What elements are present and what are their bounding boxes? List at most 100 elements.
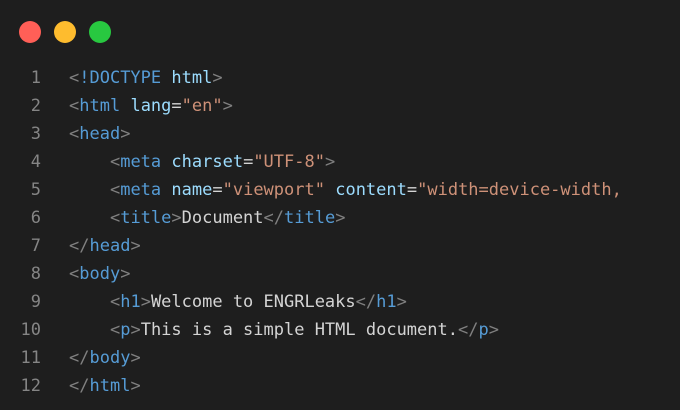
code-token: >	[140, 292, 151, 312]
code-token: <	[69, 96, 80, 116]
code-token: </	[457, 320, 479, 340]
line-number: 9	[30, 292, 41, 312]
code-token: <	[69, 68, 80, 88]
code-token: >	[171, 208, 182, 228]
code-line[interactable]: 2 <html lang="en">	[0, 92, 680, 120]
code-token: content	[335, 180, 407, 200]
code-token: =	[171, 96, 182, 116]
code-token: meta	[120, 152, 162, 172]
line-number: 5	[30, 180, 41, 200]
line-number: 2	[30, 96, 41, 116]
code-line[interactable]: 5 <meta name="viewport" content="width=d…	[0, 176, 680, 204]
line-content: <meta charset="UTF-8">	[69, 148, 335, 176]
code-token: Document	[181, 208, 264, 228]
code-line[interactable]: 11 </body>	[0, 344, 680, 372]
line-number: 8	[30, 264, 41, 284]
code-token: html	[79, 96, 121, 116]
line-number: 3	[30, 124, 41, 144]
line-number: 1	[30, 68, 41, 88]
line-content: <meta name="viewport" content="width=dev…	[69, 176, 622, 204]
code-token: >	[396, 292, 407, 312]
code-token: This is a simple HTML document.	[140, 320, 458, 340]
code-token: body	[89, 348, 131, 368]
window-controls	[19, 21, 111, 43]
code-token: >	[488, 320, 499, 340]
code-token: Welcome to ENGRLeaks	[150, 292, 356, 312]
code-token: </	[355, 292, 377, 312]
line-number: 11	[20, 348, 41, 368]
code-editor[interactable]: 1 <!DOCTYPE html> 2 <html lang="en"> 3 <head>…	[0, 64, 680, 400]
code-token: >	[335, 208, 346, 228]
code-token: head	[79, 124, 121, 144]
code-token: =	[406, 180, 418, 200]
code-line[interactable]: 1 <!DOCTYPE html>	[0, 64, 680, 92]
code-token: </	[69, 376, 90, 396]
code-line[interactable]: 8 <body>	[0, 260, 680, 288]
line-content: <h1>Welcome to ENGRLeaks</h1>	[69, 288, 407, 316]
code-token: >	[130, 320, 141, 340]
code-token: <	[109, 208, 121, 228]
code-window: 1 <!DOCTYPE html> 2 <html lang="en"> 3 <head>…	[0, 0, 680, 410]
code-token: html	[89, 376, 131, 396]
code-line[interactable]: 10 <p>This is a simple HTML document.</p…	[0, 316, 680, 344]
code-token: "en"	[181, 96, 223, 116]
code-line[interactable]: 7 </head>	[0, 232, 680, 260]
code-token: p	[120, 320, 131, 340]
code-token: =	[212, 180, 223, 200]
line-number: 12	[20, 376, 41, 396]
close-button[interactable]	[19, 21, 41, 43]
code-token: >	[130, 376, 141, 396]
code-token: <	[109, 292, 121, 312]
line-number: 10	[20, 320, 41, 340]
code-line[interactable]: 12 </html>	[0, 372, 680, 400]
code-line[interactable]: 3 <head>	[0, 120, 680, 148]
code-token: >	[130, 236, 141, 256]
code-token: html	[171, 68, 213, 88]
code-token: !DOCTYPE	[79, 68, 162, 88]
line-content: </html>	[69, 372, 141, 400]
code-token: <	[109, 152, 121, 172]
line-content: <body>	[69, 260, 130, 288]
minimize-button[interactable]	[54, 21, 76, 43]
code-token: </	[263, 208, 285, 228]
code-token: lang	[130, 96, 172, 116]
code-token: h1	[120, 292, 141, 312]
code-token: body	[79, 264, 121, 284]
code-line[interactable]: 4 <meta charset="UTF-8">	[0, 148, 680, 176]
code-token: h1	[376, 292, 397, 312]
zoom-button[interactable]	[89, 21, 111, 43]
line-content: </head>	[69, 232, 141, 260]
line-content: <html lang="en">	[69, 92, 233, 120]
code-token: "UTF-8"	[253, 152, 325, 172]
code-token: >	[222, 96, 233, 116]
code-token: <	[109, 180, 121, 200]
code-token: <	[69, 264, 80, 284]
line-content: <head>	[69, 120, 130, 148]
code-token: >	[120, 264, 131, 284]
line-content: </body>	[69, 344, 141, 372]
code-token: >	[212, 68, 223, 88]
code-token: <	[69, 124, 80, 144]
line-content: <!DOCTYPE html>	[69, 64, 223, 92]
code-line[interactable]: 9 <h1>Welcome to ENGRLeaks</h1>	[0, 288, 680, 316]
code-line[interactable]: 6 <title>Document</title>	[0, 204, 680, 232]
code-token: >	[120, 124, 131, 144]
line-content: <title>Document</title>	[69, 204, 346, 232]
code-token: <	[109, 320, 121, 340]
code-token: =	[243, 152, 254, 172]
line-number: 6	[30, 208, 41, 228]
line-content: <p>This is a simple HTML document.</p>	[69, 316, 499, 344]
code-token: charset	[171, 152, 244, 172]
line-number: 4	[30, 152, 41, 172]
code-token: </	[69, 348, 90, 368]
code-token: "viewport"	[222, 180, 325, 200]
code-token: name	[171, 180, 213, 200]
